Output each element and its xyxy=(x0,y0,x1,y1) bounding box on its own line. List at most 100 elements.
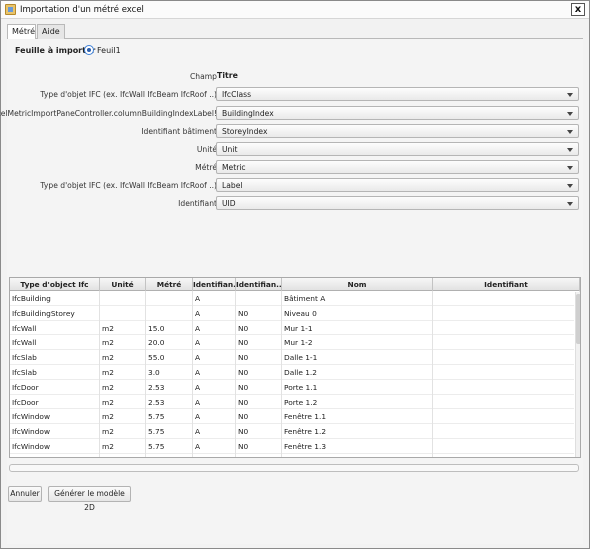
table-cell: N0 xyxy=(236,379,282,395)
tab-aide[interactable]: Aide xyxy=(37,24,65,39)
table-cell: N0 xyxy=(236,438,282,454)
table-cell: IfcWindow xyxy=(10,424,100,440)
table-cell: A xyxy=(193,305,236,321)
table-cell: Porte 1.2 xyxy=(282,394,433,410)
table-cell xyxy=(433,438,580,454)
app-icon xyxy=(5,4,16,15)
column-header[interactable]: Type d'object Ifc xyxy=(10,278,100,291)
ifc-type-value: IfcClass xyxy=(222,90,252,99)
table-row[interactable]: IfcDoor m2 2.53 A N0 Porte 1.2 xyxy=(10,394,580,410)
table-row[interactable]: IfcWindow m2 5.75 A N0 Fenêtre 1.3 xyxy=(10,438,580,454)
table-body: IfcBuilding A Bâtiment A IfcBuildingStorey A… xyxy=(10,291,580,457)
horizontal-scrollbar[interactable] xyxy=(9,464,579,472)
table-cell xyxy=(100,305,146,321)
unit-value: Unit xyxy=(222,145,238,154)
table-row[interactable]: IfcWindow m2 5.75 A N0 Fenêtre 1.2 xyxy=(10,424,580,440)
column-header[interactable]: Unité xyxy=(100,278,146,291)
import-dialog: Importation d'un métré excel x Métré Aid… xyxy=(0,0,590,549)
table-cell: Fenêtre 1.2 xyxy=(282,424,433,440)
table-cell: 20.0 xyxy=(146,335,193,351)
table-cell: IfcWindow xyxy=(10,409,100,425)
column-header[interactable]: Métré xyxy=(146,278,193,291)
chevron-down-icon xyxy=(567,148,573,152)
chevron-down-icon xyxy=(567,93,573,97)
table-header: Type d'object Ifc Unité Métré Identifian… xyxy=(10,278,580,291)
building-index-select[interactable]: BuildingIndex xyxy=(216,106,579,120)
window-title: Importation d'un métré excel xyxy=(20,5,144,15)
metric-select[interactable]: Metric xyxy=(216,160,579,174)
table-row[interactable]: IfcWall m2 20.0 A N0 Mur 1-2 xyxy=(10,335,580,351)
metric-value: Metric xyxy=(222,163,246,172)
table-cell: A xyxy=(193,409,236,425)
table-cell: A xyxy=(193,364,236,380)
label-select[interactable]: Label xyxy=(216,178,579,192)
building-id-label: Identifiant bâtiment xyxy=(141,127,217,136)
identifier-select[interactable]: UID xyxy=(216,196,579,210)
unit-select[interactable]: Unit xyxy=(216,142,579,156)
ifc-type-select[interactable]: IfcClass xyxy=(216,87,579,101)
close-button[interactable]: x xyxy=(571,3,585,16)
table-cell: m2 xyxy=(100,320,146,336)
champ-label: Champ xyxy=(190,72,217,81)
identifier-label: Identifiant xyxy=(178,199,217,208)
table-cell: Fenêtre 1.4 xyxy=(282,453,433,457)
table-cell: 15.0 xyxy=(146,320,193,336)
column-header[interactable]: Identifian... xyxy=(236,278,282,291)
generate-2d-model-button[interactable]: Générer le modèle 2D xyxy=(48,486,131,512)
table-cell: N0 xyxy=(236,335,282,351)
metre-panel: Feuille à importer Feuil1 Champ Titre Ty… xyxy=(0,39,583,544)
table-cell: Fenêtre 1.3 xyxy=(282,438,433,454)
table-cell: 2.53 xyxy=(146,394,193,410)
column-header[interactable]: Identifian... xyxy=(193,278,236,291)
column-header[interactable]: Identifiant xyxy=(433,278,580,291)
table-row[interactable]: IfcDoor m2 2.53 A N0 Porte 1.1 xyxy=(10,379,580,395)
table-cell: m2 xyxy=(100,453,146,457)
table-cell: IfcWall xyxy=(10,335,100,351)
metric-label: Métré xyxy=(195,163,217,172)
table-row[interactable]: IfcWindowm25.75AN0Fenêtre 1.4 xyxy=(10,453,580,457)
table-cell: N0 xyxy=(236,364,282,380)
table-cell: m2 xyxy=(100,394,146,410)
table-cell: N0 xyxy=(236,394,282,410)
building-id-select[interactable]: StoreyIndex xyxy=(216,124,579,138)
column-header[interactable]: Nom xyxy=(282,278,433,291)
unit-label: Unité xyxy=(196,145,217,154)
tab-metre[interactable]: Métré xyxy=(7,24,36,40)
metric-table[interactable]: Type d'object Ifc Unité Métré Identifian… xyxy=(9,277,581,458)
table-cell: N0 xyxy=(236,350,282,366)
table-row[interactable]: IfcSlab m2 55.0 A N0 Dalle 1-1 xyxy=(10,350,580,366)
cancel-button[interactable]: Annuler xyxy=(8,486,42,502)
table-cell: A xyxy=(193,394,236,410)
vertical-scrollbar[interactable] xyxy=(575,292,580,457)
table-cell: N0 xyxy=(236,320,282,336)
title-bar[interactable]: Importation d'un métré excel x xyxy=(1,1,589,19)
table-cell: m2 xyxy=(100,409,146,425)
table-row[interactable]: IfcWindow m2 5.75 A N0 Fenêtre 1.1 xyxy=(10,409,580,425)
sheet-radio-button[interactable] xyxy=(84,45,94,55)
building-id-value: StoreyIndex xyxy=(222,127,268,136)
sheet-radio-label[interactable]: Feuil1 xyxy=(97,46,121,55)
table-cell: IfcWindow xyxy=(10,453,100,457)
table-cell xyxy=(433,291,580,306)
table-cell: Mur 1-1 xyxy=(282,320,433,336)
scroll-thumb[interactable] xyxy=(576,294,580,344)
table-row[interactable]: IfcBuildingStorey A N0 Niveau 0 xyxy=(10,305,580,321)
table-cell xyxy=(433,335,580,351)
table-cell: IfcWindow xyxy=(10,438,100,454)
table-cell: A xyxy=(193,335,236,351)
table-row[interactable]: IfcBuilding A Bâtiment A xyxy=(10,291,580,306)
table-cell: Mur 1-2 xyxy=(282,335,433,351)
table-cell: IfcSlab xyxy=(10,350,100,366)
table-row[interactable]: IfcSlab m2 3.0 A N0 Dalle 1.2 xyxy=(10,364,580,380)
table-cell: 5.75 xyxy=(146,424,193,440)
table-cell: IfcSlab xyxy=(10,364,100,380)
chevron-down-icon xyxy=(567,202,573,206)
table-cell xyxy=(433,320,580,336)
table-cell xyxy=(100,291,146,306)
table-cell xyxy=(236,291,282,306)
table-row[interactable]: IfcWall m2 15.0 A N0 Mur 1-1 xyxy=(10,320,580,336)
table-cell xyxy=(433,409,580,425)
table-cell: IfcDoor xyxy=(10,394,100,410)
table-cell: N0 xyxy=(236,453,282,457)
table-cell: Dalle 1-1 xyxy=(282,350,433,366)
